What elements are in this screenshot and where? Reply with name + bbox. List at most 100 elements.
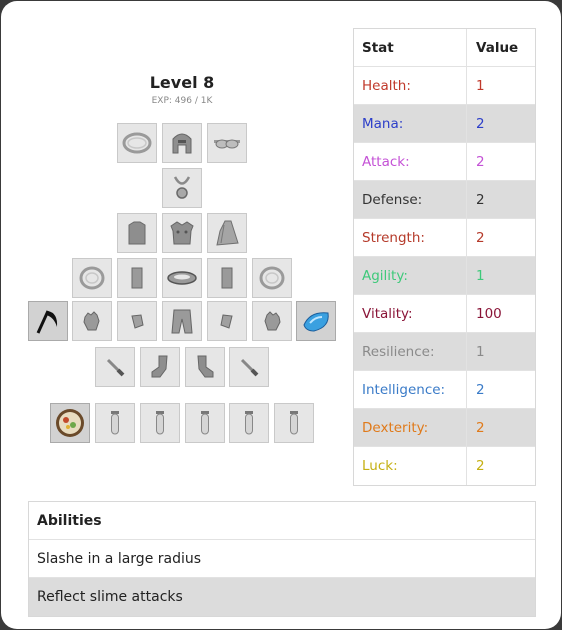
ability-item: Reflect slime attacks xyxy=(29,578,535,616)
wristguard-icon xyxy=(220,314,233,329)
stat-label: Luck: xyxy=(354,447,467,485)
stat-label: Health: xyxy=(354,67,467,104)
wristguard-left-slot[interactable] xyxy=(117,301,157,341)
stat-row: Health: 1 xyxy=(354,67,535,105)
boot-left-slot[interactable] xyxy=(140,347,180,387)
goggles-icon xyxy=(214,139,240,149)
stat-value: 2 xyxy=(476,381,485,398)
boot-right-slot[interactable] xyxy=(185,347,225,387)
stat-label: Defense: xyxy=(354,181,467,218)
stat-row: Resilience: 1 xyxy=(354,333,535,371)
ring-slot[interactable] xyxy=(117,123,157,163)
stat-row: Defense: 2 xyxy=(354,181,535,219)
stat-value: 2 xyxy=(476,153,485,170)
potion-slot-4[interactable] xyxy=(229,403,269,443)
helmet-icon xyxy=(172,133,192,154)
vial-icon xyxy=(156,411,164,435)
slime-crystal-icon xyxy=(303,312,329,332)
stat-value: 100 xyxy=(476,305,502,322)
pants-slot[interactable] xyxy=(162,301,202,341)
dagger-icon xyxy=(106,358,125,377)
stats-table: Stat Value Health: 1 Mana: 2 Attack: 2 Defense… xyxy=(353,28,536,486)
abilities-header: Abilities xyxy=(29,502,535,540)
food-plate-icon xyxy=(56,409,84,437)
ring-left-slot[interactable] xyxy=(72,258,112,298)
glove-icon xyxy=(83,311,100,331)
stat-value: 2 xyxy=(476,115,485,132)
dagger-icon xyxy=(240,358,259,377)
stat-row: Intelligence: 2 xyxy=(354,371,535,409)
glove-right-slot[interactable] xyxy=(252,301,292,341)
dagger-left-slot[interactable] xyxy=(95,347,135,387)
dagger-right-slot[interactable] xyxy=(229,347,269,387)
stat-value: 2 xyxy=(476,419,485,436)
slime-crystal-slot[interactable] xyxy=(296,301,336,341)
stat-value: 2 xyxy=(476,458,485,474)
potion-slot-5[interactable] xyxy=(274,403,314,443)
pants-icon xyxy=(171,309,193,334)
stat-label: Vitality: xyxy=(354,295,467,332)
stat-label: Strength: xyxy=(354,219,467,256)
glove-icon xyxy=(264,311,281,331)
wristguard-icon xyxy=(131,314,144,329)
potion-slot-2[interactable] xyxy=(140,403,180,443)
shirt-icon xyxy=(128,221,146,245)
vial-icon xyxy=(290,411,298,435)
scythe-icon xyxy=(36,310,58,334)
stat-row: Luck: 2 xyxy=(354,447,535,485)
stat-label: Dexterity: xyxy=(354,409,467,446)
cape-slot[interactable] xyxy=(207,213,247,253)
goggles-slot[interactable] xyxy=(207,123,247,163)
stat-row: Vitality: 100 xyxy=(354,295,535,333)
food-slot[interactable] xyxy=(50,403,90,443)
stat-value: 2 xyxy=(476,229,485,246)
glove-left-slot[interactable] xyxy=(72,301,112,341)
potion-slot-3[interactable] xyxy=(185,403,225,443)
shirt-slot[interactable] xyxy=(117,213,157,253)
stat-value: 2 xyxy=(476,191,485,208)
wristguard-right-slot[interactable] xyxy=(207,301,247,341)
vial-icon xyxy=(111,411,119,435)
boot-icon xyxy=(197,355,214,378)
scythe-slot[interactable] xyxy=(28,301,68,341)
potion-slot-1[interactable] xyxy=(95,403,135,443)
stat-row: Attack: 2 xyxy=(354,143,535,181)
stat-row: Agility: 1 xyxy=(354,257,535,295)
belt-slot[interactable] xyxy=(162,258,202,298)
abilities-table: Abilities Slashe in a large radius Refle… xyxy=(28,501,536,617)
level-label: Level 8 xyxy=(149,73,215,92)
stat-label: Resilience: xyxy=(354,333,467,370)
stat-label: Mana: xyxy=(354,105,467,142)
stat-value: 1 xyxy=(476,267,485,284)
armor-icon xyxy=(170,221,194,245)
stat-label: Intelligence: xyxy=(354,371,467,408)
armor-slot[interactable] xyxy=(162,213,202,253)
bracer-right-slot[interactable] xyxy=(207,258,247,298)
cape-icon xyxy=(216,220,239,246)
amulet-slot[interactable] xyxy=(162,168,202,208)
stat-row: Strength: 2 xyxy=(354,219,535,257)
ring-icon xyxy=(79,266,105,290)
stat-label: Agility: xyxy=(354,257,467,294)
stat-column-header: Stat xyxy=(354,29,467,66)
vial-icon xyxy=(245,411,253,435)
stat-value: 1 xyxy=(476,343,485,360)
stat-row: Mana: 2 xyxy=(354,105,535,143)
exp-label: EXP: 496 / 1K xyxy=(151,96,213,106)
ring-right-slot[interactable] xyxy=(252,258,292,298)
bracer-icon xyxy=(131,267,143,289)
character-panel: Level 8 EXP: 496 / 1K Stat Value Health:… xyxy=(1,1,561,629)
stat-value: 1 xyxy=(476,77,485,94)
ring-icon xyxy=(122,132,152,154)
ability-item: Slashe in a large radius xyxy=(29,540,535,578)
belt-icon xyxy=(167,271,197,285)
helmet-slot[interactable] xyxy=(162,123,202,163)
value-column-header: Value xyxy=(476,39,519,56)
amulet-icon xyxy=(173,176,191,199)
boot-icon xyxy=(151,355,168,378)
stat-label: Attack: xyxy=(354,143,467,180)
vial-icon xyxy=(201,411,209,435)
bracer-left-slot[interactable] xyxy=(117,258,157,298)
stat-row: Dexterity: 2 xyxy=(354,409,535,447)
bracer-icon xyxy=(221,267,233,289)
